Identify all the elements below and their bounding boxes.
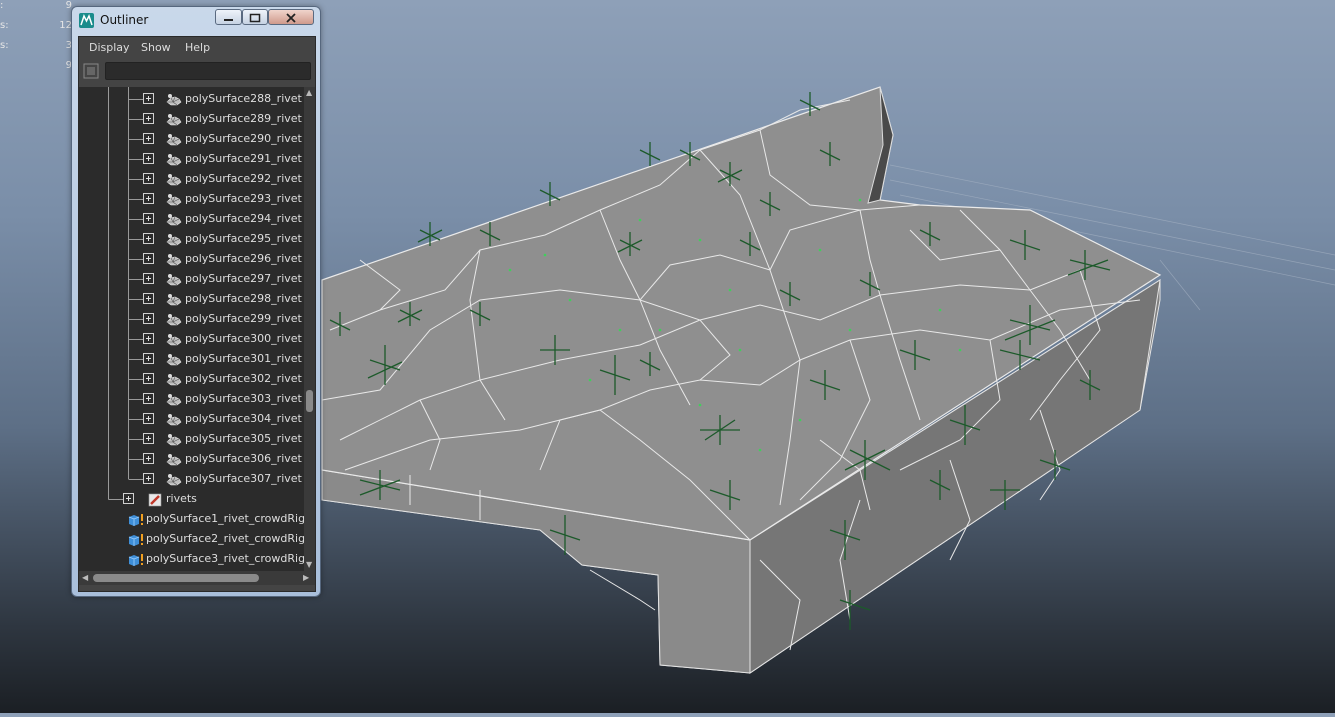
tree-row[interactable]: polySurface291_rivet <box>79 149 304 169</box>
tree-row-label: polySurface296_rivet <box>185 252 302 265</box>
expand-icon[interactable] <box>123 493 134 504</box>
tree-row-label: polySurface291_rivet <box>185 152 302 165</box>
scroll-up-icon[interactable]: ▲ <box>306 89 312 97</box>
tree-row[interactable]: polySurface295_rivet <box>79 229 304 249</box>
expand-icon[interactable] <box>143 313 154 324</box>
expand-icon[interactable] <box>143 373 154 384</box>
minimize-button[interactable] <box>215 9 242 25</box>
expand-icon[interactable] <box>143 173 154 184</box>
outliner-window: Outliner Display Show Help polySurface28… <box>71 6 321 597</box>
tree-row-label: polySurface292_rivet <box>185 172 302 185</box>
outliner-tree[interactable]: polySurface288_rivet polySurface289_rivet… <box>79 87 304 571</box>
tree-row-label: rivets <box>166 492 197 505</box>
tree-row-label: polySurface304_rivet <box>185 412 302 425</box>
tree-row[interactable]: polySurface288_rivet <box>79 89 304 109</box>
expand-icon[interactable] <box>143 413 154 424</box>
expand-icon[interactable] <box>143 133 154 144</box>
tree-row[interactable]: polySurface294_rivet <box>79 209 304 229</box>
tree-row-label: polySurface2_rivet_crowdRigid <box>146 532 304 545</box>
menu-bar: Display Show Help <box>79 37 315 59</box>
scroll-down-icon[interactable]: ▼ <box>306 561 312 569</box>
menu-help[interactable]: Help <box>185 41 210 54</box>
tree-row[interactable]: polySurface301_rivet <box>79 349 304 369</box>
expand-icon[interactable] <box>143 193 154 204</box>
tree-row[interactable]: polySurface3_rivet_crowdRigid <box>79 549 304 569</box>
tree-row-label: polySurface294_rivet <box>185 212 302 225</box>
tree-row-label: polySurface298_rivet <box>185 292 302 305</box>
tree-row-label: polySurface290_rivet <box>185 132 302 145</box>
tree-row[interactable]: polySurface293_rivet <box>79 189 304 209</box>
expand-icon[interactable] <box>143 293 154 304</box>
expand-icon[interactable] <box>143 353 154 364</box>
maximize-button[interactable] <box>242 9 268 25</box>
minimize-icon <box>224 19 233 21</box>
expand-icon[interactable] <box>143 213 154 224</box>
tree-row-rivets-group[interactable]: rivets <box>79 489 304 509</box>
expand-icon[interactable] <box>143 113 154 124</box>
expand-icon[interactable] <box>143 153 154 164</box>
tree-row-label: polySurface307_rivet <box>185 472 302 485</box>
vertical-scrollbar[interactable]: ▲ ▼ <box>304 87 315 571</box>
tree-row-label: polySurface305_rivet <box>185 432 302 445</box>
tree-row[interactable]: polySurface296_rivet <box>79 249 304 269</box>
search-input[interactable] <box>105 62 311 80</box>
tree-row-label: polySurface302_rivet <box>185 372 302 385</box>
tree-row[interactable]: polySurface307_rivet <box>79 469 304 489</box>
scroll-right-icon[interactable]: ▶ <box>303 574 309 582</box>
maya-logo-icon <box>79 13 94 28</box>
expand-icon[interactable] <box>143 453 154 464</box>
expand-icon[interactable] <box>143 473 154 484</box>
tree-row-label: polySurface3_rivet_crowdRigid <box>146 552 304 565</box>
outliner-panel: Display Show Help polySurface288_rivet po… <box>78 36 316 592</box>
tree-row-label: polySurface297_rivet <box>185 272 302 285</box>
tree-row-label: polySurface299_rivet <box>185 312 302 325</box>
menu-display[interactable]: Display <box>89 41 130 54</box>
horizontal-scroll-thumb[interactable] <box>93 574 259 582</box>
tree-row-label: polySurface306_rivet <box>185 452 302 465</box>
tree-row[interactable]: polySurface298_rivet <box>79 289 304 309</box>
search-bar <box>79 59 315 83</box>
tree-row[interactable]: polySurface306_rivet <box>79 449 304 469</box>
tree-row[interactable]: polySurface303_rivet <box>79 389 304 409</box>
tree-row-label: polySurface301_rivet <box>185 352 302 365</box>
tree-row[interactable]: polySurface305_rivet <box>79 429 304 449</box>
tree-row[interactable]: polySurface292_rivet <box>79 169 304 189</box>
expand-icon[interactable] <box>143 233 154 244</box>
tree-row[interactable]: polySurface299_rivet <box>79 309 304 329</box>
tree-row[interactable]: polySurface300_rivet <box>79 329 304 349</box>
tree-row-label: polySurface295_rivet <box>185 232 302 245</box>
tree-row-label: polySurface1_rivet_crowdRigid <box>146 512 304 525</box>
tree-row-label: polySurface303_rivet <box>185 392 302 405</box>
tree-row-label: polySurface300_rivet <box>185 332 302 345</box>
tree-row[interactable]: polySurface289_rivet <box>79 109 304 129</box>
hud-readout: :9 s: 12 s: 3 9 <box>0 0 72 71</box>
filter-icon[interactable] <box>83 63 99 79</box>
window-title: Outliner <box>100 13 149 27</box>
expand-icon[interactable] <box>143 93 154 104</box>
tree-row[interactable]: polySurface304_rivet <box>79 409 304 429</box>
vertical-scroll-thumb[interactable] <box>306 390 313 412</box>
expand-icon[interactable] <box>143 393 154 404</box>
close-button[interactable] <box>268 9 314 25</box>
scroll-left-icon[interactable]: ◀ <box>82 574 88 582</box>
tree-row-label: polySurface289_rivet <box>185 112 302 125</box>
tree-row-label: polySurface288_rivet <box>185 92 302 105</box>
tree-row[interactable]: polySurface290_rivet <box>79 129 304 149</box>
expand-icon[interactable] <box>143 333 154 344</box>
expand-icon[interactable] <box>143 253 154 264</box>
maximize-icon <box>249 13 261 23</box>
tree-row-label: polySurface293_rivet <box>185 192 302 205</box>
horizontal-scrollbar[interactable]: ◀ ▶ <box>79 571 315 585</box>
close-icon <box>286 13 296 23</box>
tree-row[interactable]: polySurface302_rivet <box>79 369 304 389</box>
expand-icon[interactable] <box>143 273 154 284</box>
window-titlebar[interactable]: Outliner <box>72 7 320 33</box>
tree-row[interactable]: polySurface297_rivet <box>79 269 304 289</box>
menu-show[interactable]: Show <box>141 41 171 54</box>
tree-row[interactable]: polySurface2_rivet_crowdRigid <box>79 529 304 549</box>
tree-row[interactable]: polySurface1_rivet_crowdRigid <box>79 509 304 529</box>
expand-icon[interactable] <box>143 433 154 444</box>
